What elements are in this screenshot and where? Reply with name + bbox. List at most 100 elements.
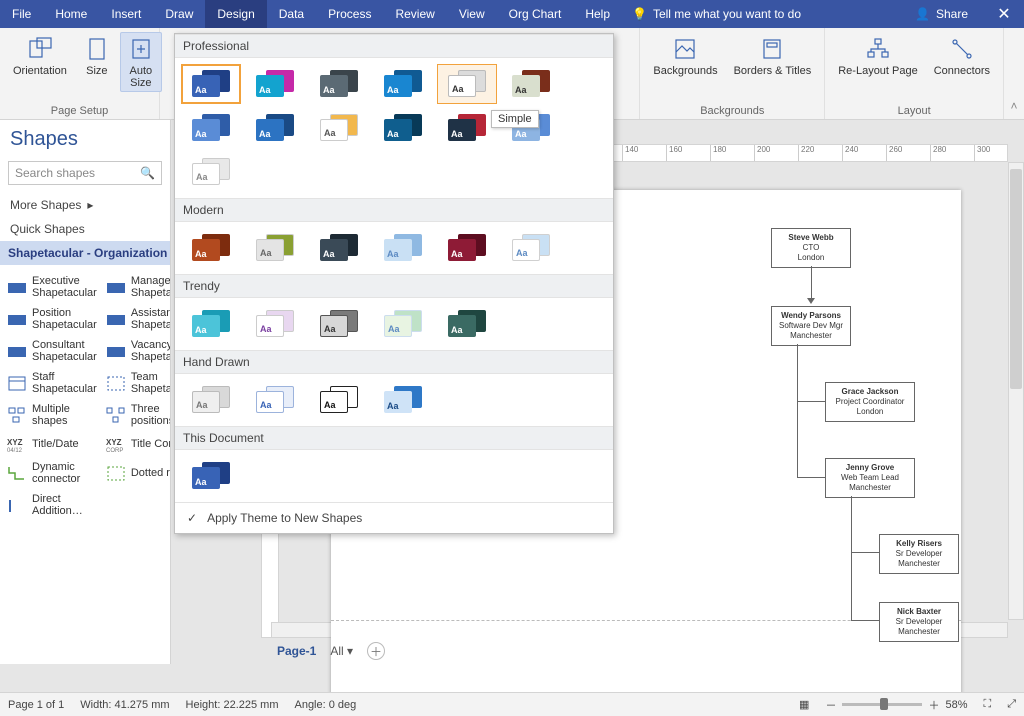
shape-item[interactable]: XYZ04/12Title/Date <box>2 431 101 457</box>
theme-swatch[interactable] <box>245 108 305 148</box>
stencil-header[interactable]: Shapetacular - Organization Chart <box>0 241 170 265</box>
share-button[interactable]: 👤 Share <box>899 0 984 28</box>
theme-swatch[interactable] <box>309 64 369 104</box>
orientation-button[interactable]: Orientation <box>6 32 74 80</box>
section-modern: Modern <box>175 198 613 222</box>
shape-item[interactable]: Vacancy Shapetacular <box>101 335 171 367</box>
shape-item[interactable]: Multiple shapes <box>2 399 101 431</box>
page-tab-all[interactable]: All ▾ <box>330 644 353 658</box>
shape-item[interactable]: Executive Shapetacular <box>2 271 101 303</box>
shape-icon <box>105 278 127 296</box>
theme-swatch[interactable] <box>309 380 369 420</box>
relayout-button[interactable]: Re-Layout Page <box>831 32 925 80</box>
theme-swatch[interactable] <box>437 64 497 104</box>
tab-orgchart[interactable]: Org Chart <box>497 0 574 28</box>
theme-swatch[interactable] <box>181 380 241 420</box>
shape-item[interactable]: Direct Addition… <box>2 489 101 521</box>
theme-swatch[interactable] <box>501 64 561 104</box>
zoom-in-icon[interactable]: ＋ <box>928 697 939 713</box>
chevron-right-icon: ▸ <box>87 198 93 212</box>
org-node[interactable]: Wendy Parsons Software Dev Mgr Mancheste… <box>771 306 851 346</box>
org-node[interactable]: Steve Webb CTO London <box>771 228 851 268</box>
autosize-button[interactable]: Auto Size <box>120 32 162 92</box>
size-button[interactable]: Size <box>76 32 118 80</box>
theme-swatch[interactable] <box>501 228 561 268</box>
theme-swatch[interactable] <box>245 64 305 104</box>
theme-swatch[interactable] <box>181 64 241 104</box>
shape-item[interactable]: Staff Shapetacular <box>2 367 101 399</box>
section-thisdoc: This Document <box>175 426 613 450</box>
tab-help[interactable]: Help <box>573 0 622 28</box>
theme-swatch[interactable] <box>309 304 369 344</box>
theme-swatch[interactable] <box>373 228 433 268</box>
theme-swatch[interactable] <box>245 380 305 420</box>
theme-swatch[interactable] <box>181 456 241 496</box>
tab-review[interactable]: Review <box>383 0 446 28</box>
fullscreen-icon[interactable]: ⤢ <box>1007 698 1016 711</box>
scrollbar-vertical[interactable] <box>1008 162 1024 620</box>
theme-swatch[interactable] <box>309 228 369 268</box>
shape-icon <box>105 406 127 424</box>
theme-swatch[interactable] <box>245 228 305 268</box>
theme-swatch[interactable] <box>181 152 241 192</box>
add-page-button[interactable]: ＋ <box>367 642 385 660</box>
borders-titles-button[interactable]: Borders & Titles <box>727 32 819 80</box>
connectors-button[interactable]: Connectors <box>927 32 997 80</box>
theme-swatch[interactable] <box>373 304 433 344</box>
zoom-slider[interactable] <box>842 703 922 706</box>
tell-me[interactable]: 💡 Tell me what you want to do <box>622 0 811 28</box>
shape-icon <box>6 496 28 514</box>
shape-item[interactable]: XYZCORPTitle Corp <box>101 431 171 457</box>
tab-view[interactable]: View <box>447 0 497 28</box>
shape-icon <box>105 496 127 514</box>
tab-process[interactable]: Process <box>316 0 383 28</box>
org-node[interactable]: Nick Baxter Sr Developer Manchester <box>879 602 959 642</box>
status-width: Width: 41.275 mm <box>80 699 169 711</box>
tab-insert[interactable]: Insert <box>99 0 153 28</box>
page-tab-1[interactable]: Page-1 <box>277 644 316 658</box>
shape-item[interactable]: Dynamic connector <box>2 457 101 489</box>
tab-draw[interactable]: Draw <box>153 0 205 28</box>
shape-icon: XYZCORP <box>105 435 127 453</box>
tab-file[interactable]: File <box>0 0 43 28</box>
shape-icon: XYZ04/12 <box>6 435 28 453</box>
shape-item[interactable]: Consultant Shapetacular <box>2 335 101 367</box>
window-close[interactable]: ✕ <box>984 0 1024 28</box>
org-node[interactable]: Kelly Risers Sr Developer Manchester <box>879 534 959 574</box>
org-node[interactable]: Jenny Grove Web Team Lead Manchester <box>825 458 915 498</box>
theme-swatch[interactable] <box>309 108 369 148</box>
ribbon-collapse[interactable]: ˄ <box>1004 28 1024 119</box>
theme-swatch[interactable] <box>373 380 433 420</box>
tab-home[interactable]: Home <box>43 0 99 28</box>
tab-data[interactable]: Data <box>267 0 316 28</box>
theme-swatch[interactable] <box>373 108 433 148</box>
shape-item[interactable]: Three positions <box>101 399 171 431</box>
theme-swatch[interactable] <box>245 304 305 344</box>
shape-item[interactable]: Position Shapetacular <box>2 303 101 335</box>
shapes-search[interactable]: Search shapes 🔍 <box>8 161 162 185</box>
shape-icon <box>6 374 28 392</box>
theme-swatch[interactable] <box>437 304 497 344</box>
zoom-control[interactable]: － ＋ 58% <box>825 697 967 713</box>
shape-item[interactable]: Team Shapetacular <box>101 367 171 399</box>
apply-theme-new-shapes[interactable]: ✓ Apply Theme to New Shapes <box>175 502 613 533</box>
quick-shapes[interactable]: Quick Shapes <box>0 217 170 241</box>
shape-item[interactable]: Manager Shapetacular <box>101 271 171 303</box>
more-shapes[interactable]: More Shapes ▸ <box>0 193 170 217</box>
zoom-out-icon[interactable]: － <box>825 697 836 713</box>
backgrounds-button[interactable]: Backgrounds <box>646 32 724 80</box>
fit-page-icon[interactable]: ⛶ <box>983 698 991 711</box>
lightbulb-icon: 💡 <box>632 7 647 21</box>
theme-swatch[interactable] <box>437 228 497 268</box>
presentation-icon[interactable]: ▦ <box>799 698 809 711</box>
shape-item[interactable]: Dotted report <box>101 457 171 489</box>
shape-icon <box>6 406 28 424</box>
org-node[interactable]: Grace Jackson Project Coordinator London <box>825 382 915 422</box>
shape-item[interactable]: Assistant Shapetacular <box>101 303 171 335</box>
theme-swatch[interactable] <box>437 108 497 148</box>
theme-swatch[interactable] <box>181 304 241 344</box>
theme-swatch[interactable] <box>181 108 241 148</box>
theme-swatch[interactable] <box>181 228 241 268</box>
theme-swatch[interactable] <box>373 64 433 104</box>
tab-design[interactable]: Design <box>205 0 266 28</box>
